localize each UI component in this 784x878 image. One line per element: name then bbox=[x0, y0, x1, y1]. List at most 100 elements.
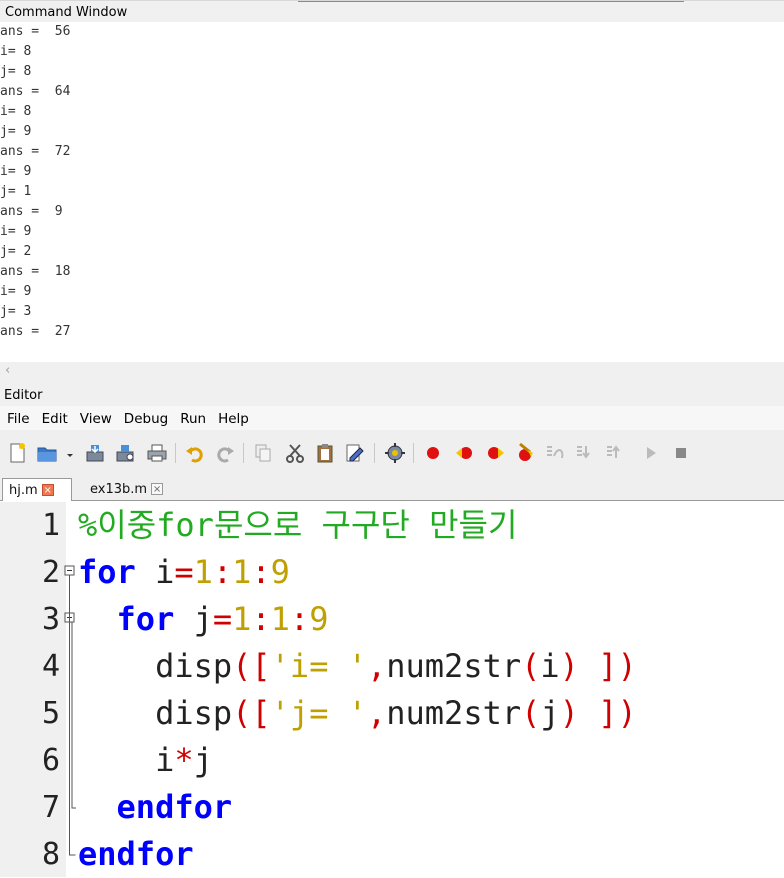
prev-breakpoint-icon[interactable] bbox=[454, 442, 476, 464]
keyword: endfor bbox=[116, 788, 233, 826]
number: 1 bbox=[232, 553, 252, 591]
menu-debug[interactable]: Debug bbox=[118, 406, 174, 427]
code-line-7: endfor bbox=[78, 784, 233, 831]
close-icon[interactable]: × bbox=[151, 483, 164, 495]
continue-icon[interactable] bbox=[640, 442, 662, 464]
menu-edit[interactable]: Edit bbox=[36, 406, 74, 427]
tab-hj-m[interactable]: hj.m × bbox=[2, 478, 72, 501]
keyword: for bbox=[78, 553, 136, 591]
comment: %이중for문으로 구구단 만들기 bbox=[78, 506, 518, 544]
line-number: 4 bbox=[41, 649, 60, 684]
operator: ) bbox=[559, 647, 579, 685]
output-line: ans = 9 bbox=[0, 204, 63, 219]
command-window-header: Command Window bbox=[0, 0, 784, 23]
step-in-icon[interactable] bbox=[574, 442, 596, 464]
stop-icon[interactable] bbox=[670, 442, 692, 464]
open-folder-icon[interactable] bbox=[36, 442, 58, 464]
number: 1 bbox=[193, 553, 213, 591]
undo-icon[interactable] bbox=[184, 442, 206, 464]
next-breakpoint-icon[interactable] bbox=[484, 442, 506, 464]
operator: , bbox=[366, 694, 387, 732]
operator: ( bbox=[232, 647, 252, 685]
line-number: 7 bbox=[41, 790, 60, 825]
output-line: ans = 56 bbox=[0, 24, 71, 39]
line-number: 6 bbox=[41, 743, 60, 778]
output-line: i= 9 bbox=[0, 164, 32, 179]
line-number: 5 bbox=[41, 696, 60, 731]
code-line-1: %이중for문으로 구구단 만들기 bbox=[78, 502, 517, 549]
menu-file[interactable]: File bbox=[0, 406, 36, 427]
clear-breakpoints-icon[interactable] bbox=[514, 442, 536, 464]
output-line: j= 3 bbox=[0, 304, 32, 319]
scroll-left-arrow-icon[interactable]: ‹ bbox=[5, 363, 10, 378]
fold-toggle-icon[interactable] bbox=[64, 565, 75, 576]
line-number-gutter[interactable]: 1 2 3 4 5 6 7 8 bbox=[0, 502, 66, 877]
keyword: endfor bbox=[78, 835, 194, 873]
editor-title: Editor bbox=[4, 388, 43, 403]
tab-ex13b-m[interactable]: ex13b.m × bbox=[84, 478, 169, 500]
menu-run[interactable]: Run bbox=[174, 406, 212, 427]
find-icon[interactable] bbox=[344, 442, 366, 464]
code-fold-markers bbox=[64, 565, 76, 856]
save-icon[interactable] bbox=[84, 442, 106, 464]
chevron-down-icon[interactable] bbox=[64, 442, 76, 464]
command-window-output[interactable]: ans = 56 i= 8 j= 8 ans = 64 i= 8 j= 9 an… bbox=[0, 22, 784, 362]
operator: ( bbox=[521, 694, 541, 732]
output-line: i= 8 bbox=[0, 104, 32, 119]
string: 'j= ' bbox=[270, 694, 367, 732]
output-line: ans = 27 bbox=[0, 324, 71, 339]
new-file-icon[interactable] bbox=[6, 442, 28, 464]
operator: ) bbox=[617, 694, 637, 732]
identifier: j bbox=[193, 741, 213, 779]
menu-view[interactable]: View bbox=[74, 406, 118, 427]
menu-bar: File Edit View Debug Run Help bbox=[0, 406, 784, 430]
identifier: j bbox=[540, 694, 560, 732]
operator: [ bbox=[251, 694, 271, 732]
string: 'i= ' bbox=[270, 647, 367, 685]
code-line-4: disp(['i= ',num2str(i) ]) bbox=[78, 643, 637, 690]
save-as-icon[interactable] bbox=[114, 442, 136, 464]
operator: = bbox=[174, 553, 194, 591]
code-editor[interactable]: %이중for문으로 구구단 만들기 for i=1:1:9 for j=1:1:… bbox=[78, 502, 784, 877]
close-icon[interactable]: × bbox=[41, 484, 54, 496]
copy-icon[interactable] bbox=[252, 442, 274, 464]
output-line: j= 8 bbox=[0, 64, 32, 79]
settings-icon[interactable] bbox=[384, 442, 406, 464]
menu-help[interactable]: Help bbox=[212, 406, 255, 427]
toolbar-separator bbox=[243, 443, 244, 463]
operator: ) bbox=[559, 694, 579, 732]
redo-icon[interactable] bbox=[214, 442, 236, 464]
identifier: i bbox=[155, 553, 175, 591]
command-window-title: Command Window bbox=[5, 5, 128, 20]
step-icon[interactable] bbox=[544, 442, 566, 464]
paste-icon[interactable] bbox=[314, 442, 336, 464]
function-name: num2str bbox=[386, 647, 522, 685]
horizontal-scrollbar[interactable]: ‹ bbox=[0, 362, 784, 382]
operator: [ bbox=[251, 647, 271, 685]
line-number: 3 bbox=[41, 602, 60, 637]
code-line-3: for j=1:1:9 bbox=[78, 596, 329, 643]
code-line-2: for i=1:1:9 bbox=[78, 549, 290, 596]
line-number: 2 bbox=[41, 555, 60, 590]
code-line-6: i*j bbox=[78, 737, 213, 784]
line-number: 8 bbox=[41, 837, 60, 872]
toolbar-separator bbox=[413, 443, 414, 463]
panel-sash[interactable] bbox=[298, 1, 684, 2]
breakpoint-icon[interactable] bbox=[422, 442, 444, 464]
print-icon[interactable] bbox=[146, 442, 168, 464]
toolbar-separator bbox=[374, 443, 375, 463]
number: 1 bbox=[270, 600, 290, 638]
editor-toolbar bbox=[0, 430, 784, 476]
step-out-icon[interactable] bbox=[604, 442, 626, 464]
toolbar-separator bbox=[175, 443, 176, 463]
output-line: i= 8 bbox=[0, 44, 32, 59]
output-line: ans = 18 bbox=[0, 264, 71, 279]
editor-header: Editor bbox=[0, 382, 784, 406]
cut-icon[interactable] bbox=[284, 442, 306, 464]
output-line: ans = 72 bbox=[0, 144, 71, 159]
tab-label: hj.m bbox=[9, 482, 38, 498]
